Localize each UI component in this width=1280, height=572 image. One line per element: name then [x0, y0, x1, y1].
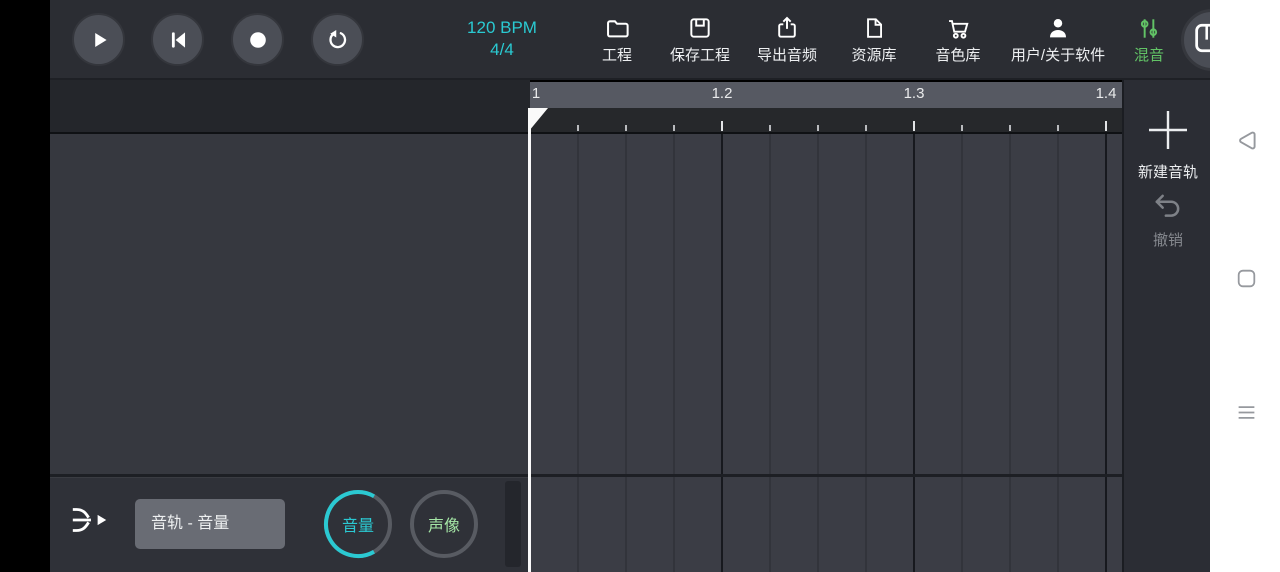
record-icon: [245, 27, 271, 53]
home-icon: [1234, 266, 1259, 296]
ruler-tick: [1057, 125, 1059, 131]
tempo-display[interactable]: 120 BPM 4/4: [448, 17, 556, 61]
track-parameter-field[interactable]: 音轨 - 音量: [135, 499, 285, 549]
bpm-value: 120 BPM: [448, 17, 556, 39]
ruler-tick: [961, 125, 963, 131]
ruler-left-spacer: [50, 80, 530, 134]
ruler-tick: [769, 125, 771, 131]
menu-item-sound-store[interactable]: 音色库: [913, 12, 1003, 70]
loop-button[interactable]: [311, 13, 364, 66]
ruler-tick: [673, 125, 675, 131]
ruler-tick: [721, 121, 723, 131]
ruler-divider: [50, 132, 1122, 134]
sub-gridline: [625, 134, 627, 572]
timeline-ruler[interactable]: 1 1.2 1.3 1.4: [530, 82, 1122, 108]
undo-label: 撤销: [1153, 229, 1183, 250]
menu-label: 工程: [602, 47, 632, 65]
undo-button[interactable]: 撤销: [1124, 192, 1212, 250]
beat-gridline: [721, 134, 723, 572]
menu-item-export-audio[interactable]: 导出音频: [742, 12, 832, 70]
skip-to-start-icon: [165, 27, 191, 53]
playhead-line: [528, 108, 531, 572]
ruler-mark: 1.4: [1076, 85, 1122, 102]
sub-gridline: [769, 134, 771, 572]
ruler-tick-strip[interactable]: [530, 108, 1122, 132]
plus-icon: [1146, 108, 1190, 157]
menu-item-mixer[interactable]: 混音: [1120, 12, 1178, 70]
ruler-tick: [1105, 121, 1107, 131]
right-sidebar: 新建音轨 撤销: [1122, 80, 1210, 572]
android-back-button[interactable]: [1232, 129, 1260, 157]
sub-gridline: [1009, 134, 1011, 572]
recents-icon: [1233, 399, 1260, 431]
ruler-tick: [817, 125, 819, 131]
android-home-button[interactable]: [1232, 267, 1260, 295]
menu-item-user-about[interactable]: 用户/关于软件: [998, 12, 1118, 70]
android-recents-button[interactable]: [1232, 401, 1260, 429]
mixer-icon: [1136, 12, 1162, 44]
automation-merge-button[interactable]: [66, 499, 114, 545]
menu-label: 导出音频: [757, 47, 817, 65]
play-icon: [86, 27, 112, 53]
ruler-mark: 1.2: [692, 85, 752, 102]
ruler-tick: [625, 125, 627, 131]
back-icon: [1233, 127, 1260, 159]
menu-item-resource-library[interactable]: 资源库: [829, 12, 919, 70]
sub-gridline: [577, 134, 579, 572]
ruler-mark: 1: [530, 85, 566, 102]
track-control-panel: 音轨 - 音量 音量 声像: [50, 477, 530, 572]
pan-knob[interactable]: 声像: [408, 488, 480, 560]
menu-label: 音色库: [935, 47, 980, 65]
ruler-tick: [865, 125, 867, 131]
screen: 120 BPM 4/4 工程 保存工程 导出音频 资源库 音色库 用户/关于软件: [0, 0, 1280, 572]
sub-gridline: [1057, 134, 1059, 572]
record-button[interactable]: [231, 13, 284, 66]
menu-label: 保存工程: [670, 47, 730, 65]
new-track-label: 新建音轨: [1138, 161, 1198, 182]
new-track-button[interactable]: 新建音轨: [1124, 108, 1212, 182]
undo-icon: [1152, 192, 1184, 225]
beat-gridline: [1105, 134, 1107, 572]
sub-gridline: [961, 134, 963, 572]
beat-gridline: [913, 134, 915, 572]
pan-knob-label: 声像: [408, 488, 480, 560]
sound-store-cart-icon: [945, 12, 972, 44]
menu-label: 资源库: [851, 47, 896, 65]
top-toolbar: 120 BPM 4/4 工程 保存工程 导出音频 资源库 音色库 用户/关于软件: [50, 0, 1210, 80]
skip-to-start-button[interactable]: [151, 13, 204, 66]
sub-gridline: [673, 134, 675, 572]
menu-label: 用户/关于软件: [1011, 47, 1105, 65]
track-header-area[interactable]: [50, 134, 530, 474]
export-audio-icon: [774, 12, 800, 44]
sub-gridline: [817, 134, 819, 572]
ruler-tick: [1009, 125, 1011, 131]
menu-item-project[interactable]: 工程: [572, 12, 662, 70]
time-signature: 4/4: [448, 39, 556, 61]
panel-scrollbar[interactable]: [505, 481, 521, 567]
folder-icon: [604, 12, 631, 44]
loop-icon: [324, 27, 351, 53]
menu-item-save-project[interactable]: 保存工程: [655, 12, 745, 70]
ruler-mark: 1.3: [884, 85, 944, 102]
merge-arrow-icon: [69, 500, 111, 545]
android-nav-bar: [1210, 0, 1280, 572]
volume-knob[interactable]: 音量: [322, 488, 394, 560]
save-icon: [687, 12, 713, 44]
sub-gridline: [865, 134, 867, 572]
track-grid-area[interactable]: [530, 134, 1122, 572]
user-icon: [1045, 12, 1071, 44]
volume-knob-label: 音量: [322, 488, 394, 560]
menu-label: 混音: [1134, 47, 1164, 65]
ruler-tick: [913, 121, 915, 131]
play-button[interactable]: [72, 13, 125, 66]
ruler-tick: [577, 125, 579, 131]
resource-document-icon: [862, 12, 887, 44]
